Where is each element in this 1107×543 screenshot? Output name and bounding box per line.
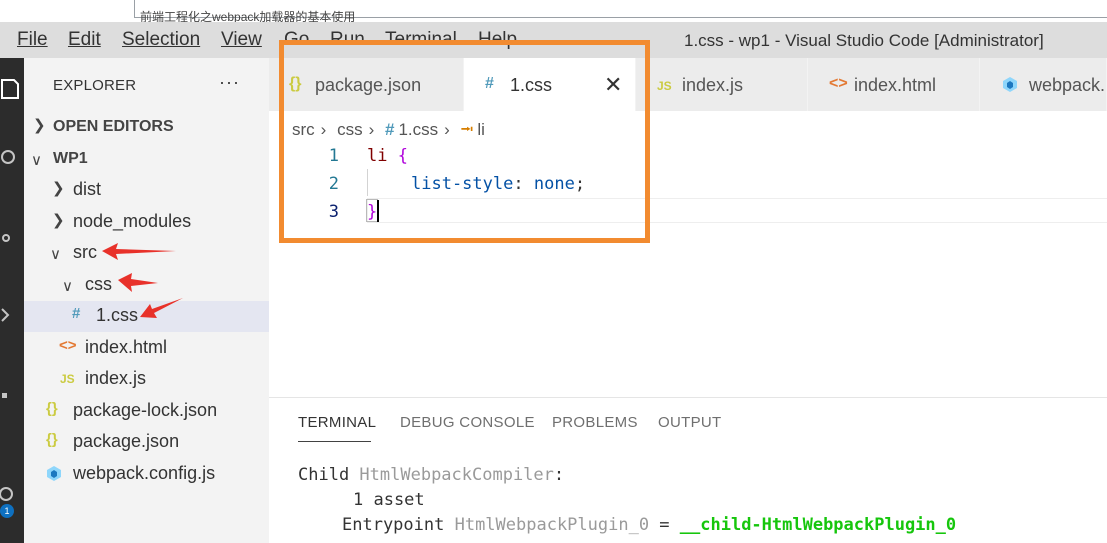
tree-item-css[interactable]: ∨ css: [24, 270, 269, 301]
menu-selection[interactable]: Selection: [122, 29, 200, 51]
webpack-cube-icon: [46, 465, 62, 486]
open-editors-section[interactable]: ❯ OPEN EDITORS: [24, 112, 269, 143]
terminal-line-1: Child HtmlWebpackCompiler:: [298, 465, 565, 485]
project-folder-wp1[interactable]: ∨ WP1: [24, 144, 269, 175]
tree-item-webpack-config-js[interactable]: webpack.config.js: [24, 459, 269, 490]
notification-badge: 1: [0, 504, 14, 518]
background-browser-strip: 前端工程化之webpack加载器的基本使用: [0, 0, 1107, 24]
tree-item-1-css[interactable]: # 1.css: [24, 301, 269, 332]
css-file-icon: #: [72, 305, 81, 322]
extensions-icon[interactable]: [0, 383, 24, 411]
tree-item-package-json[interactable]: {} package.json: [24, 427, 269, 458]
json-file-icon: {}: [46, 431, 58, 448]
json-file-icon: {}: [46, 400, 58, 417]
tab-index-html[interactable]: <> index.html: [808, 58, 980, 111]
html-file-icon: <>: [59, 337, 77, 354]
tab-output[interactable]: OUTPUT: [658, 414, 721, 431]
terminal-line-2: 1 asset: [353, 490, 425, 510]
chevron-down-icon: ∨: [50, 246, 61, 263]
chevron-right-icon: ❯: [52, 180, 65, 197]
active-tab-indicator: [298, 441, 371, 442]
tree-item-index-html[interactable]: <> index.html: [24, 333, 269, 364]
tree-item-index-js[interactable]: JS index.js: [24, 364, 269, 395]
explorer-sidebar: EXPLORER ··· ❯ OPEN EDITORS ∨ WP1 ❯ dist…: [24, 58, 269, 543]
tree-item-package-lock-json[interactable]: {} package-lock.json: [24, 396, 269, 427]
menu-file[interactable]: File: [17, 29, 48, 51]
chevron-down-icon: ∨: [62, 278, 73, 295]
menu-view[interactable]: View: [221, 29, 262, 51]
webpack-cube-icon: [1002, 76, 1018, 98]
tree-item-node-modules[interactable]: ❯ node_modules: [24, 207, 269, 238]
js-file-icon: JS: [60, 372, 75, 386]
tree-item-src[interactable]: ∨ src: [24, 238, 269, 269]
annotation-highlight-box: [279, 40, 650, 243]
accounts-icon[interactable]: [0, 478, 24, 506]
more-actions-button[interactable]: ···: [219, 72, 240, 93]
chevron-right-icon: ❯: [33, 117, 46, 134]
chevron-down-icon: ∨: [31, 152, 42, 169]
activity-bar: 1: [0, 58, 24, 543]
explorer-icon[interactable]: [0, 76, 24, 104]
search-icon[interactable]: [0, 148, 24, 176]
terminal-line-3: Entrypoint HtmlWebpackPlugin_0 = __child…: [342, 515, 957, 535]
tab-index-js[interactable]: JS index.js: [636, 58, 808, 111]
menu-edit[interactable]: Edit: [68, 29, 101, 51]
window-title: 1.css - wp1 - Visual Studio Code [Admini…: [684, 31, 1044, 50]
chevron-right-icon: ❯: [52, 212, 65, 229]
bottom-panel: TERMINAL DEBUG CONSOLE PROBLEMS OUTPUT C…: [269, 397, 1107, 543]
explorer-header: EXPLORER: [53, 77, 137, 94]
tab-terminal[interactable]: TERMINAL: [298, 414, 376, 431]
run-debug-icon[interactable]: [0, 303, 24, 331]
tab-webpack-config[interactable]: webpack.: [980, 58, 1107, 111]
js-file-icon: JS: [657, 79, 672, 93]
tab-problems[interactable]: PROBLEMS: [552, 414, 638, 431]
tab-debug-console[interactable]: DEBUG CONSOLE: [400, 414, 535, 431]
tree-item-dist[interactable]: ❯ dist: [24, 175, 269, 206]
source-control-icon[interactable]: [0, 226, 24, 254]
html-file-icon: <>: [829, 75, 848, 92]
